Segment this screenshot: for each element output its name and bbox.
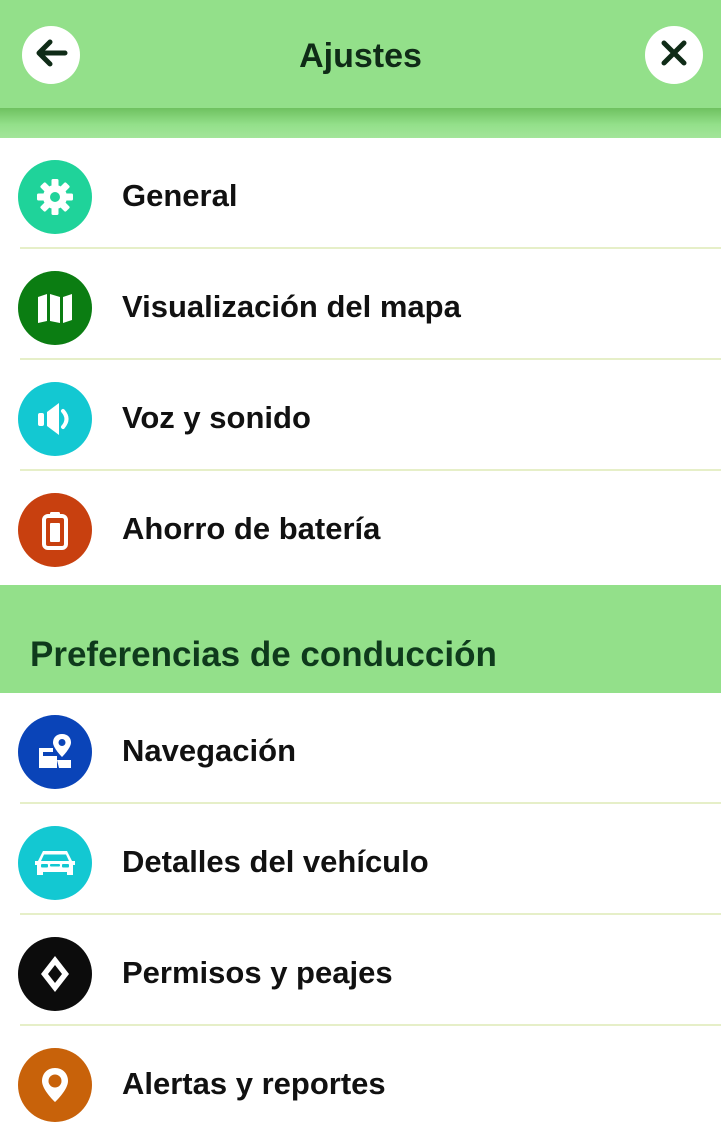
settings-item-label: Detalles del vehículo	[122, 844, 429, 879]
settings-item-general[interactable]: General	[0, 138, 721, 249]
car-icon	[18, 826, 92, 900]
settings-item-label: Ahorro de batería	[122, 511, 381, 546]
settings-item-label: Voz y sonido	[122, 400, 311, 435]
settings-item-label: General	[122, 178, 238, 213]
settings-item-label: Permisos y peajes	[122, 955, 393, 990]
close-icon	[657, 36, 691, 75]
settings-item-label: Navegación	[122, 733, 297, 768]
section-title: Preferencias de conducción	[30, 635, 497, 674]
battery-icon	[18, 493, 92, 567]
settings-item-navigation[interactable]: Navegación	[0, 693, 721, 804]
diamond-sign-icon	[18, 937, 92, 1011]
settings-item-map-display[interactable]: Visualización del mapa	[0, 249, 721, 360]
navigation-map-icon	[18, 715, 92, 789]
gear-icon	[18, 160, 92, 234]
header-shadow	[0, 108, 721, 138]
page-title: Ajustes	[299, 37, 422, 75]
location-pin-icon	[18, 1048, 92, 1122]
close-button[interactable]	[645, 26, 703, 84]
section-header-driving: Preferencias de conducción	[0, 585, 721, 693]
driving-settings-list: Navegación Detalles del vehículo Permiso…	[0, 693, 721, 1137]
top-app-bar: Ajustes	[0, 0, 721, 108]
settings-item-vehicle-details[interactable]: Detalles del vehículo	[0, 804, 721, 915]
settings-item-battery-saver[interactable]: Ahorro de batería	[0, 471, 721, 582]
speaker-icon	[18, 382, 92, 456]
settings-item-voice-sound[interactable]: Voz y sonido	[0, 360, 721, 471]
settings-item-label: Visualización del mapa	[122, 289, 461, 324]
settings-item-label: Alertas y reportes	[122, 1066, 386, 1101]
map-icon	[18, 271, 92, 345]
settings-item-alerts-reports[interactable]: Alertas y reportes	[0, 1026, 721, 1137]
settings-item-permits-tolls[interactable]: Permisos y peajes	[0, 915, 721, 1026]
general-settings-list: General Visualización del mapa Voz y son…	[0, 138, 721, 582]
